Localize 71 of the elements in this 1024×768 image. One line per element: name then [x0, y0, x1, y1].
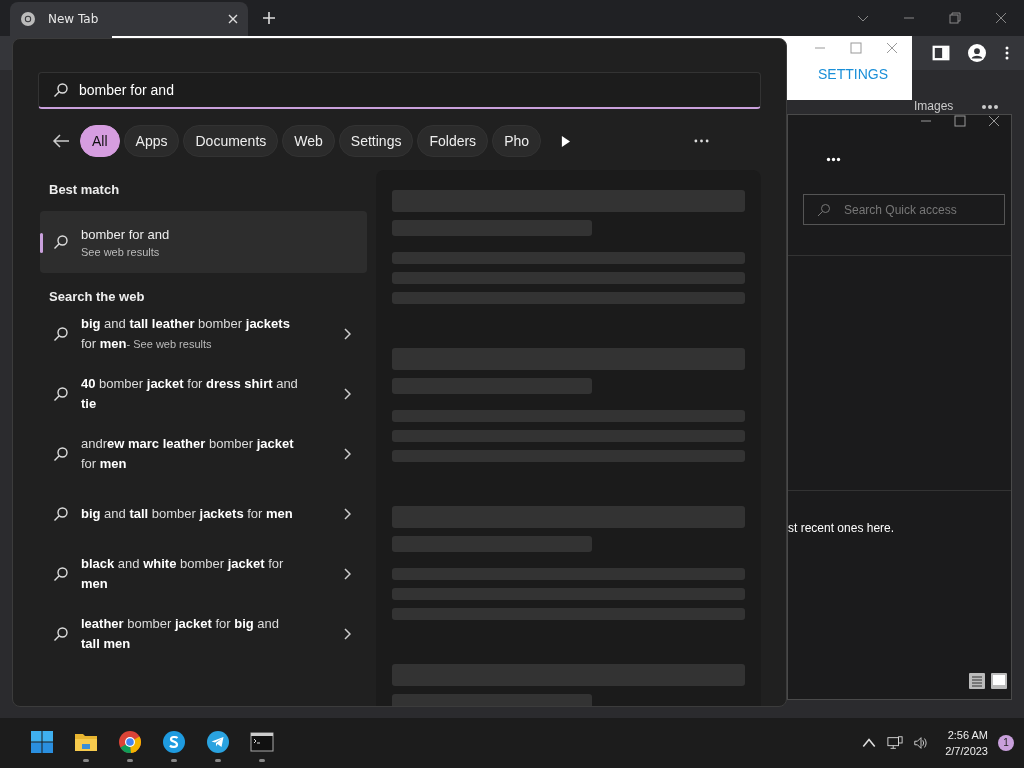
browser-icon[interactable]	[118, 730, 142, 754]
filter-chip[interactable]: Folders	[417, 125, 489, 157]
chevron-right-icon	[343, 628, 351, 640]
play-icon[interactable]	[561, 135, 571, 147]
maximize-icon[interactable]	[954, 115, 966, 127]
tab-title: New Tab	[48, 12, 100, 26]
browser-logo-icon	[20, 11, 36, 27]
chevron-right-icon	[343, 508, 351, 520]
more-icon[interactable]	[825, 157, 842, 162]
filter-chip[interactable]: Apps	[123, 125, 180, 157]
more-icon[interactable]	[981, 104, 999, 110]
suggestion-item[interactable]: leather bomber jacket for big and tall men	[40, 604, 367, 664]
suggestion-text: big and tall leather bomber jackets for men- See web results	[81, 315, 291, 353]
search-box[interactable]: bomber for and	[38, 72, 761, 109]
search-icon	[53, 566, 69, 582]
search-icon	[53, 506, 69, 522]
suggestion-text: andrew marc leather bomber jacket for men	[81, 435, 295, 473]
result-subtitle: See web results	[81, 245, 161, 258]
paper-plane-icon[interactable]	[206, 730, 230, 754]
chevron-right-icon	[343, 448, 351, 460]
more-icon[interactable]	[694, 139, 709, 143]
suggestion-item[interactable]: black and white bomber jacket for men	[40, 544, 367, 604]
images-link[interactable]: Images	[914, 100, 954, 113]
filter-chip[interactable]: Documents	[183, 125, 279, 157]
search-icon	[53, 326, 69, 342]
chat-app-icon[interactable]	[162, 730, 186, 754]
suggestion-text: 40 bomber jacket for dress shirt and tie	[81, 375, 299, 413]
best-match-item[interactable]: bomber for and See web results	[40, 211, 367, 273]
network-icon[interactable]	[887, 735, 904, 751]
suggestion-text: big and tall bomber jackets for men	[81, 505, 294, 523]
suggestion-text: black and white bomber jacket for men	[81, 555, 285, 593]
volume-icon[interactable]	[913, 735, 930, 751]
chevron-right-icon	[343, 328, 351, 340]
search-icon	[53, 82, 69, 98]
search-icon	[53, 386, 69, 402]
clock-time[interactable]: 2:56 AM	[947, 727, 988, 743]
suggestion-item[interactable]: andrew marc leather bomber jacket for men	[40, 424, 367, 484]
start-icon[interactable]	[30, 730, 54, 754]
close-icon[interactable]	[995, 12, 1007, 24]
terminal-icon[interactable]	[250, 730, 274, 754]
result-title: bomber for and	[81, 226, 170, 242]
settings-link[interactable]: SETTINGS	[818, 66, 888, 82]
search-icon	[53, 626, 69, 642]
new-tab-icon[interactable]	[262, 11, 276, 25]
empty-message: st recent ones here.	[788, 521, 896, 535]
search-field[interactable]: Search Quick access	[803, 194, 1005, 225]
back-arrow-icon[interactable]	[52, 134, 70, 148]
close-icon[interactable]	[988, 115, 1000, 127]
chevron-right-icon	[343, 388, 351, 400]
browser-tab[interactable]: New Tab	[10, 2, 248, 36]
chevron-right-icon	[343, 568, 351, 580]
notification-count[interactable]: 1	[998, 735, 1014, 751]
filter-chip[interactable]: Web	[282, 125, 335, 157]
profile-icon[interactable]	[968, 44, 986, 62]
suggestion-item[interactable]: big and tall leather bomber jackets for men- See web results	[40, 304, 367, 364]
clock-date[interactable]: 2/7/2023	[945, 743, 988, 759]
filter-chip[interactable]: Pho	[492, 125, 542, 157]
section-heading: Search the web	[49, 289, 146, 304]
sidebar-icon[interactable]	[932, 44, 950, 62]
filter-chip[interactable]: All	[80, 125, 120, 157]
search-icon	[53, 234, 69, 250]
search-icon	[53, 446, 69, 462]
suggestion-item[interactable]: 40 bomber jacket for dress shirt and tie	[40, 364, 367, 424]
section-heading: Best match	[49, 182, 121, 197]
suggestion-text: leather bomber jacket for big and tall men	[81, 615, 281, 653]
menu-icon[interactable]	[1004, 44, 1010, 62]
suggestion-item[interactable]: big and tall bomber jackets for men	[40, 484, 367, 544]
tiles-view-icon[interactable]	[991, 673, 1007, 689]
filter-chip[interactable]: Settings	[338, 125, 414, 157]
search-icon	[817, 203, 831, 217]
restore-icon[interactable]	[949, 12, 961, 24]
